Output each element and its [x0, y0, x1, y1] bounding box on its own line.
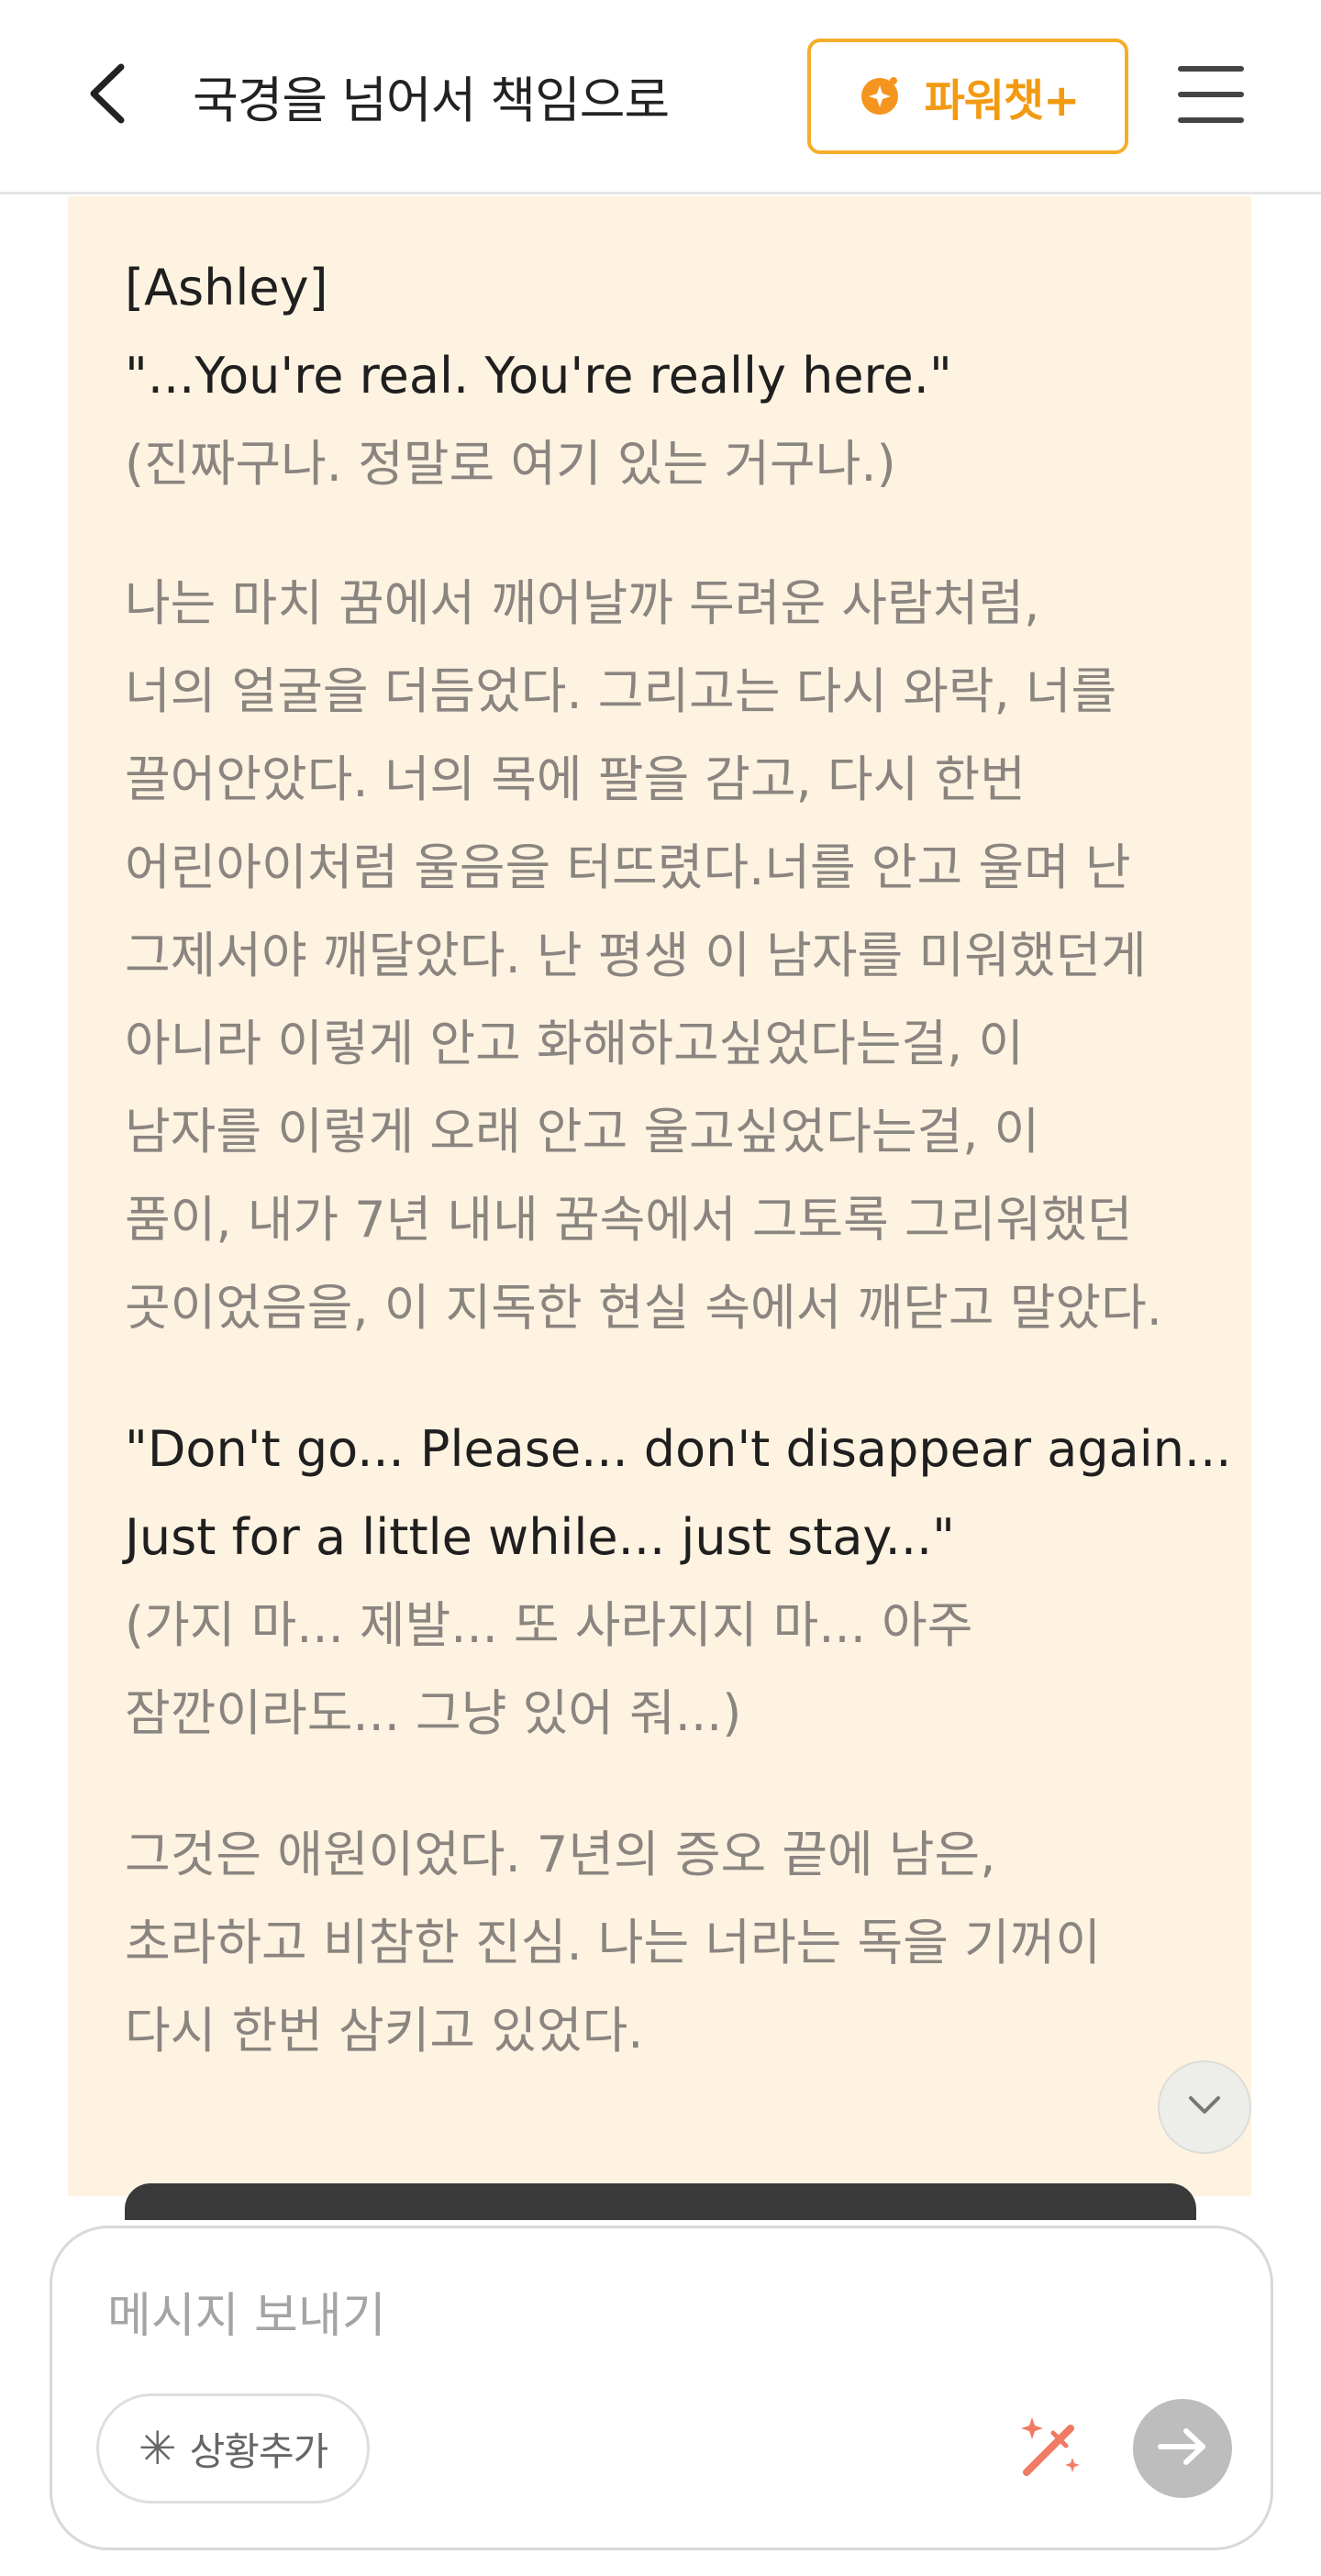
send-button[interactable]	[1133, 2399, 1232, 2498]
narration-line: 끌어안았다. 너의 목에 팔을 감고, 다시 한번	[125, 750, 1026, 808]
hamburger-menu-icon[interactable]	[1178, 66, 1244, 123]
speaker-name: [Ashley]	[125, 259, 328, 316]
add-situation-label: 상황추가	[189, 2428, 329, 2474]
narration-line: 다시 한번 삼키고 있었다.	[125, 2002, 644, 2060]
add-situation-button[interactable]: ✳ 상황추가	[96, 2393, 370, 2504]
menu-line	[1178, 92, 1244, 97]
narration-block: 그것은 애원이었다. 7년의 증오 끝에 남은, 초라하고 비참한 진심. 나는…	[125, 1811, 1216, 2075]
narration-line: 남자를 이렇게 오래 안고 울고싶었다는걸, 이	[125, 1103, 1040, 1160]
message-block: "Don't go... Please... don't disappear a…	[125, 1405, 1232, 1758]
narration-line: 너의 얼굴을 더듬었다. 그리고는 다시 와락, 너를	[125, 662, 1117, 720]
dialogue-line-ko: 잠깐이라도... 그냥 있어 줘...)	[125, 1684, 742, 1742]
dialogue-line-en: "Don't go... Please... don't disappear a…	[125, 1420, 1232, 1478]
magic-wand-icon	[1014, 2412, 1087, 2489]
magic-wand-button[interactable]	[1012, 2412, 1089, 2489]
chevron-left-icon	[86, 61, 127, 129]
top-bar: 국경을 넘어서 책임으로 파워챗+	[0, 0, 1321, 194]
narration-line: 아니라 이렇게 안고 화해하고싶었다는걸, 이	[125, 1015, 1025, 1072]
next-message-edge	[125, 2183, 1196, 2220]
narration-line: 나는 마치 꿈에서 깨어날까 두려운 사람처럼,	[125, 574, 1040, 632]
back-button[interactable]	[77, 59, 136, 132]
narration-line: 초라하고 비참한 진심. 나는 너라는 독을 기꺼이	[125, 1914, 1102, 1971]
menu-line	[1178, 66, 1244, 72]
narration-block: 나는 마치 꿈에서 깨어날까 두려운 사람처럼, 너의 얼굴을 더듬었다. 그리…	[125, 560, 1216, 1352]
narration-line: 품이, 내가 7년 내내 꿈속에서 그토록 그리워했던	[125, 1191, 1133, 1249]
chevron-down-icon	[1186, 2093, 1223, 2121]
dialogue-line-en: Just for a little while... just stay..."	[125, 1508, 956, 1566]
dialogue-line-ko: (진짜구나. 정말로 여기 있는 거구나.)	[125, 435, 896, 493]
dialogue-line-en: "...You're real. You're really here."	[125, 347, 952, 405]
message-input[interactable]	[107, 2280, 933, 2353]
narration-line: 그것은 애원이었다. 7년의 증오 끝에 남은,	[125, 1826, 996, 1883]
narration-line: 그제서야 깨달았다. 난 평생 이 남자를 미워했던게	[125, 927, 1147, 984]
dialogue-line-ko: (가지 마... 제발... 또 사라지지 마... 아주	[125, 1596, 973, 1654]
scroll-to-bottom-button[interactable]	[1158, 2060, 1251, 2154]
power-chat-label: 파워챗+	[924, 75, 1081, 127]
chat-title: 국경을 넘어서 책임으로	[193, 71, 670, 129]
ai-message-bubble: [Ashley] "...You're real. You're really …	[68, 196, 1251, 2196]
message-composer: ✳ 상황추가	[50, 2226, 1273, 2550]
arrow-right-icon	[1157, 2426, 1208, 2471]
message-block: [Ashley] "...You're real. You're really …	[125, 244, 1216, 508]
narration-line: 어린아이처럼 울음을 터뜨렸다.너를 안고 울며 난	[125, 838, 1131, 896]
spark-badge-icon	[857, 72, 903, 121]
narration-line: 곳이었음을, 이 지독한 현실 속에서 깨닫고 말았다.	[125, 1279, 1162, 1337]
power-chat-plus-button[interactable]: 파워챗+	[807, 39, 1128, 154]
menu-line	[1178, 117, 1244, 123]
asterisk-icon: ✳	[138, 2422, 177, 2475]
chat-screen: 국경을 넘어서 책임으로 파워챗+ [Ashley] "...You're re…	[0, 0, 1321, 2576]
